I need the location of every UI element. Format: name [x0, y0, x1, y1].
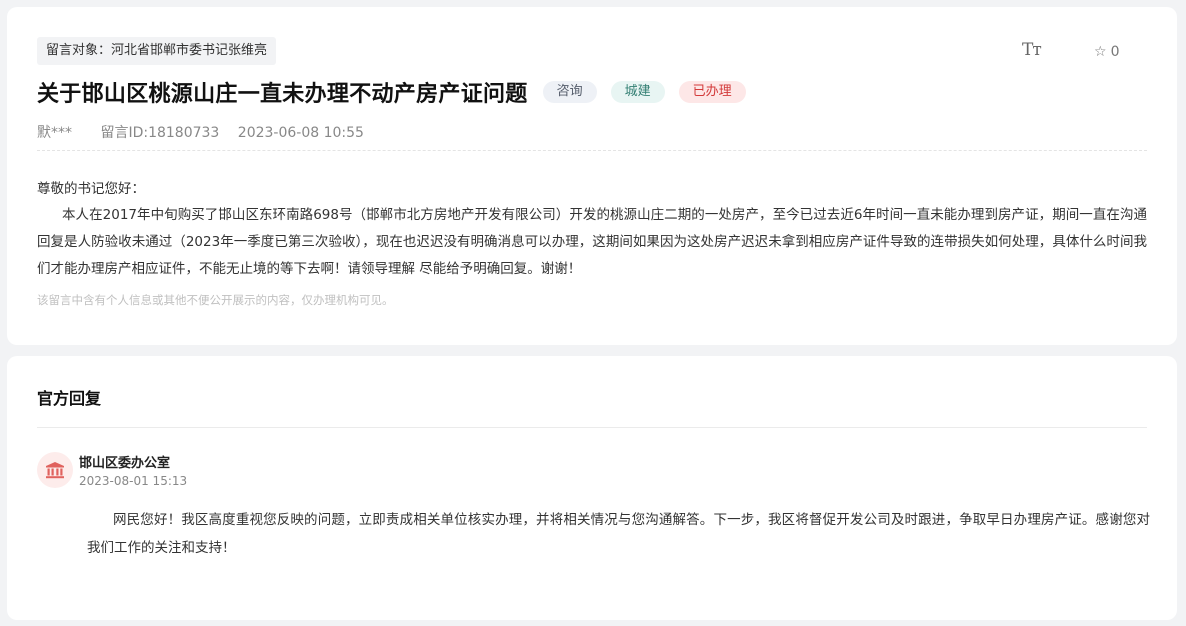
reply-section-title: 官方回复 [37, 389, 102, 408]
author: 默*** [37, 125, 72, 141]
font-size-icon[interactable]: Tт [1022, 40, 1042, 60]
message-greeting: 尊敬的书记您好： [37, 181, 145, 197]
favorite-button[interactable]: ☆ 0 [1094, 44, 1119, 60]
message-target: 留言对象：河北省邯郸市委书记张维亮 [37, 37, 277, 65]
privacy-note: 该留言中含有个人信息或其他不便公开展示的内容，仅办理机构可见。 [37, 293, 394, 307]
government-building-icon [37, 452, 73, 488]
message-card: 留言对象：河北省邯郸市委书记张维亮 Tт ☆ 0 关于邯山区桃源山庄一直未办理不动… [7, 7, 1177, 345]
font-size-glyph: Tт [1022, 40, 1042, 60]
tag-consult: 咨询 [542, 81, 597, 103]
star-icon: ☆ [1094, 44, 1107, 60]
message-content: 本人在2017年中旬购买了邯山区东环南路698号（邯郸市北方房地产开发有限公司）… [37, 207, 1147, 277]
building-glyph [46, 462, 64, 479]
message-meta: 默*** 留言ID:18180733 2023-06-08 10:55 [37, 122, 364, 142]
reply-org-name: 邯山区委办公室 [79, 456, 171, 471]
divider [37, 150, 1147, 151]
reply-card: 官方回复 邯山区委办公室 2023-08-01 15:13 网民您好！我区高度重… [7, 356, 1177, 620]
divider [37, 427, 1147, 428]
status-badge: 已办理 [678, 81, 746, 103]
message-datetime: 2023-06-08 10:55 [237, 125, 364, 141]
favorite-count: 0 [1110, 44, 1120, 60]
reply-content: 网民您好！我区高度重视您反映的问题，立即责成相关单位核实办理，并将相关情况与您沟… [87, 512, 1150, 556]
title-row: 关于邯山区桃源山庄一直未办理不动产房产证问题 咨询 城建 已办理 [37, 77, 746, 107]
tag-urban-construction: 城建 [610, 81, 665, 103]
message-id: 留言ID:18180733 [100, 125, 220, 141]
page-title: 关于邯山区桃源山庄一直未办理不动产房产证问题 [37, 82, 528, 107]
reply-datetime: 2023-08-01 15:13 [79, 474, 188, 488]
